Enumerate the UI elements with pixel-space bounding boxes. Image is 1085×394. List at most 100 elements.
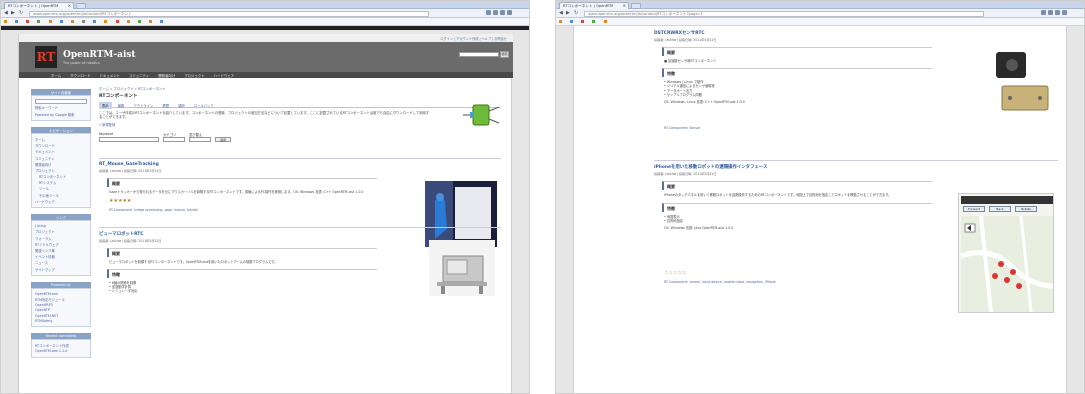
sidebar-item[interactable]: 関連リンク集 (35, 248, 87, 253)
sidebar-item[interactable]: ツール (35, 186, 87, 191)
browser-tab[interactable]: RTコンポーネント | OpenRTM × (4, 2, 74, 9)
menu-item[interactable]: プロジェクト (184, 74, 204, 78)
sidebar-item[interactable]: RTM対応モジュール (35, 297, 87, 302)
entry-title[interactable]: DSTCRWRXセンサRTC (654, 30, 1058, 36)
search-input[interactable] (459, 52, 499, 57)
sidebar-item[interactable]: RTMSafety (35, 319, 87, 323)
sidebar-item[interactable]: OpenHRP3 (35, 303, 87, 307)
back-icon[interactable]: ◀ (4, 10, 8, 16)
sidebar-item[interactable]: 開発者向け (35, 162, 87, 167)
star-icon[interactable] (1041, 10, 1046, 15)
tab-rollback[interactable]: ロールバック (191, 102, 217, 109)
bookmark[interactable] (592, 20, 596, 24)
sidebar-item[interactable]: プロジェクト (35, 229, 87, 234)
site-title[interactable]: OpenRTM-aist (63, 50, 136, 60)
browser-tab[interactable]: RTコンポーネント | OpenRTM × (559, 2, 629, 9)
entry-title[interactable]: RT_Mouse_GazeTracking (99, 162, 501, 167)
search-keyword-input[interactable] (35, 99, 87, 105)
bookmark[interactable] (4, 20, 8, 24)
tab-translate[interactable]: 翻訳 (175, 102, 188, 109)
bookmark[interactable] (15, 20, 19, 24)
bookmark[interactable] (160, 20, 164, 24)
bookmark[interactable] (126, 20, 131, 24)
register-link[interactable]: » 新規登録 (99, 123, 501, 127)
sidebar-item[interactable]: ダウンロード (35, 143, 87, 148)
entry-title[interactable]: iPhoneを用いた移動ロボットの遠隔操作インタフェース (654, 164, 1058, 170)
sidebar-item[interactable]: RTコンポーネント作成 (35, 343, 87, 348)
menu-item[interactable]: コミュニティ (129, 74, 149, 78)
sidebar-item[interactable]: サイトマップ (35, 267, 87, 272)
top-links[interactable]: ログイン | アカウント作成 | ヘルプ | お問合せ (19, 34, 513, 42)
wrench-icon[interactable] (1062, 10, 1067, 15)
sidebar-item[interactable]: OpenRTP (35, 308, 87, 312)
page-icon[interactable] (1055, 10, 1060, 15)
entry-tags[interactable]: RT-Component: Sensor (664, 126, 1058, 130)
sidebar-item[interactable]: RTコンポーネント (35, 174, 87, 179)
order-select[interactable] (189, 137, 211, 143)
sidebar-item[interactable]: ハードウェア (35, 199, 87, 204)
tab-history[interactable]: 履歴 (159, 102, 172, 109)
sidebar-item[interactable]: プロジェクト (35, 168, 87, 173)
tab-outline[interactable]: アウトライン (131, 102, 157, 109)
reload-icon[interactable]: ↻ (574, 10, 578, 16)
breadcrumb[interactable]: ホーム » プロジェクト » RTコンポーネント (99, 86, 501, 91)
sidebar-item[interactable]: Powered by Google 検索 (35, 112, 87, 117)
sidebar-item[interactable]: コミュニティ (35, 156, 87, 161)
close-icon[interactable]: × (68, 3, 71, 8)
bookmark[interactable] (149, 20, 153, 24)
sidebar-item[interactable]: イベント情報 (35, 254, 87, 259)
page-icon[interactable] (500, 10, 505, 15)
sidebar-item[interactable]: OpenRTM.NET (35, 314, 87, 318)
site-logo[interactable]: RT (35, 46, 57, 68)
menu-item[interactable]: ダウンロード (70, 74, 90, 78)
menu-item[interactable]: ドキュメント (100, 74, 120, 78)
sidebar-item[interactable]: OpenRTM-aist 1.1.0 (35, 349, 87, 353)
entry-title[interactable]: ピューマロボットRTC (99, 231, 501, 237)
extension-icon[interactable] (493, 10, 498, 15)
bookmark[interactable] (93, 20, 97, 24)
apply-button[interactable]: 適用 (215, 137, 231, 143)
sidebar-item[interactable]: ホーム (35, 137, 87, 142)
map-view[interactable] (961, 216, 1053, 313)
menu-item[interactable]: 開発者向け (158, 74, 175, 78)
star-icon[interactable] (486, 10, 491, 15)
bookmark[interactable] (70, 20, 75, 24)
address-bar[interactable]: www.openrtm.org/openrtm/ja/content/RTコンポ… (29, 10, 429, 17)
phone-button[interactable]: Rotate (1015, 206, 1037, 213)
back-icon[interactable]: ◀ (559, 10, 563, 16)
tab-edit[interactable]: 編集 (115, 102, 128, 109)
bookmark[interactable] (48, 20, 53, 24)
keyword-input[interactable] (99, 137, 159, 143)
menu-item[interactable]: ハードウェア (214, 74, 234, 78)
bookmark[interactable] (581, 20, 585, 24)
sidebar-item[interactable]: RTミドルウェア (35, 242, 87, 247)
phone-button[interactable]: Forward (963, 206, 985, 213)
bookmark[interactable] (603, 20, 608, 24)
forward-icon[interactable]: ▶ (11, 10, 15, 16)
sidebar-item[interactable]: RTシステム (35, 180, 87, 185)
bookmark[interactable] (104, 20, 108, 24)
sidebar-item[interactable]: OpenRTM-aist (35, 292, 87, 296)
search-button[interactable]: 検索 (500, 51, 509, 58)
sidebar-item[interactable]: ニュース (35, 260, 87, 265)
bookmark[interactable] (59, 20, 64, 24)
reload-icon[interactable]: ↻ (19, 10, 23, 16)
address-bar[interactable]: www.openrtm.org/openrtm/ja/content/RTコンポ… (584, 10, 984, 17)
bookmark[interactable] (82, 20, 86, 24)
extension-icon[interactable] (1048, 10, 1053, 15)
bookmark[interactable] (570, 20, 574, 24)
bookmark[interactable] (37, 20, 41, 24)
bookmark[interactable] (559, 20, 563, 24)
bookmark[interactable] (137, 20, 142, 24)
forward-icon[interactable]: ▶ (566, 10, 570, 16)
phone-button[interactable]: Back (989, 206, 1011, 213)
bookmark[interactable] (26, 20, 30, 24)
menu-item[interactable]: ホーム (51, 74, 61, 78)
wrench-icon[interactable] (507, 10, 512, 15)
tab-view[interactable]: 表示 (99, 102, 112, 109)
close-icon[interactable]: × (623, 3, 626, 8)
sidebar-item[interactable]: フォーラム (35, 236, 87, 241)
bookmark[interactable] (115, 20, 120, 24)
sidebar-item[interactable]: その他ツール (35, 193, 87, 198)
category-select[interactable] (163, 137, 185, 143)
